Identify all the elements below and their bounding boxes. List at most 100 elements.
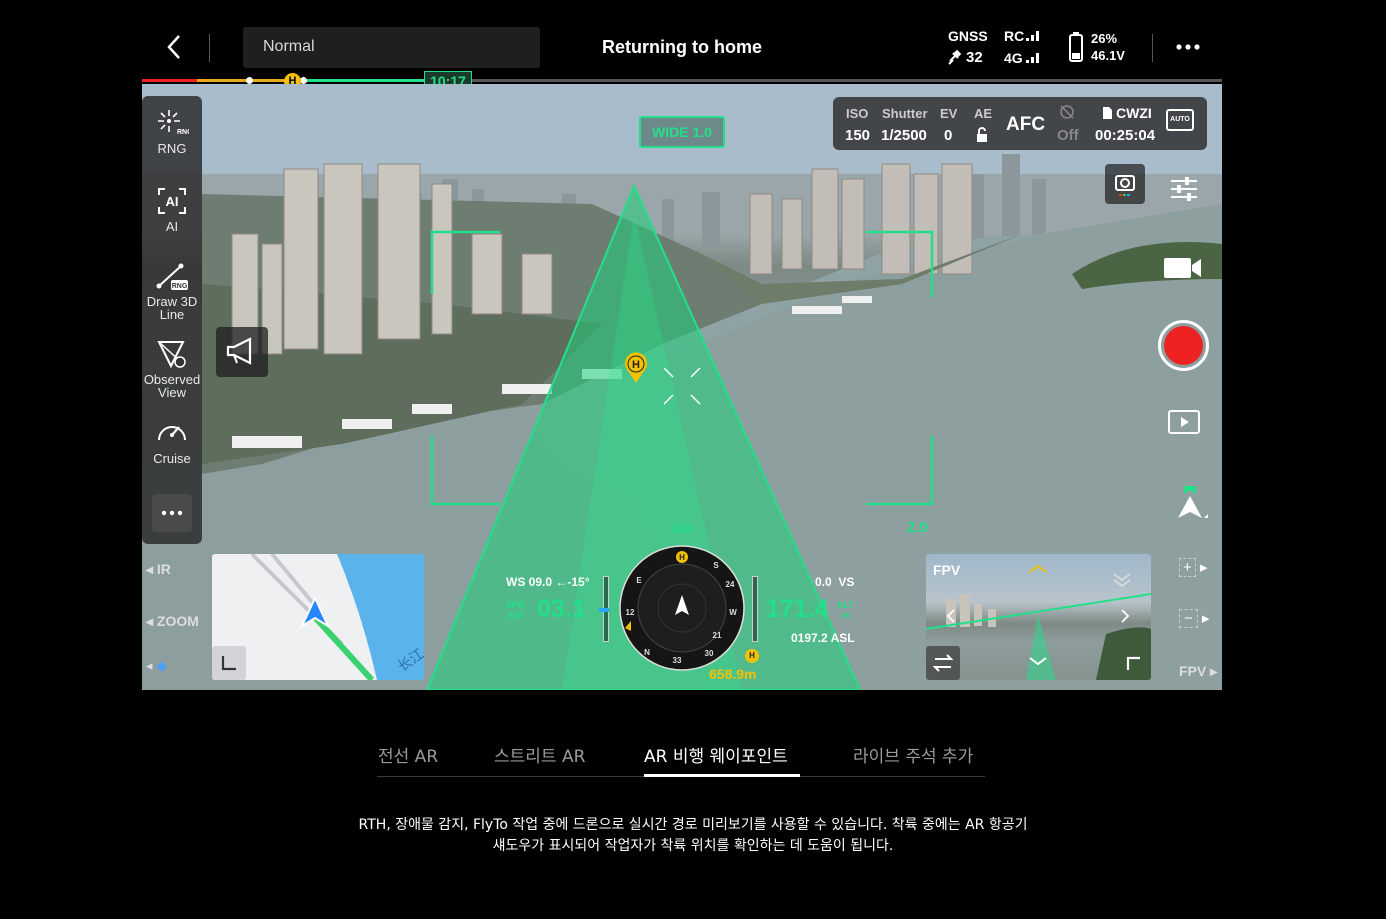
ar-home-marker: H [623,352,649,384]
ev-label: EV [940,106,958,121]
more-menu-icon[interactable] [1176,43,1200,51]
attitude-indicator-icon [1178,486,1208,518]
alt-unit-label: m [841,610,850,620]
fpv-inset[interactable]: FPV [926,554,1151,680]
ir-label: IR [156,561,171,577]
tool-observed-view[interactable]: Observed View [142,338,202,399]
tool-rng[interactable]: RNG RNG [142,108,202,156]
playback-icon[interactable] [1167,409,1201,435]
gnss-count: 32 [966,49,983,66]
map-layer-toggle[interactable]: ◂ ◆ [146,659,167,674]
spd-label: SPD [506,600,525,610]
shutter-value: 1/2500 [881,127,927,144]
cruise-gauge-icon [158,426,186,441]
svg-text:H: H [679,553,685,562]
speaker-button[interactable] [216,327,268,377]
zoom-label: ZOOM [156,613,199,629]
tab-powerline-ar[interactable]: 전선 AR [378,742,438,767]
tab-ar-waypoints[interactable]: AR 비행 웨이포인트 [644,742,788,767]
record-dot [1164,326,1203,365]
tool-cruise[interactable]: Cruise [142,418,202,466]
tab-street-ar[interactable]: 스트리트 AR [494,742,585,767]
fpv-label: FPV [933,562,961,578]
svg-text:W: W [729,608,737,617]
small-rng-text: RNG [172,283,188,290]
more-tools-button[interactable] [152,494,192,532]
battery-icon [1069,32,1083,62]
minimap-expand-button[interactable] [212,646,246,680]
compass-home-letter: H [749,651,755,660]
timeline-rest [427,79,1222,82]
tab-label: 스트리트 AR [494,747,586,767]
zoom-badge[interactable]: WIDE 1.0 [639,116,725,148]
tab-label: AR 비행 웨이포인트 [644,747,788,767]
record-button[interactable] [1158,320,1209,371]
camera-params-panel[interactable]: ISO 150 Shutter 1/2500 EV 0 AE AFC Off C… [833,97,1207,150]
fpv-corner-label: FPV [1179,663,1207,679]
shutter-label: Shutter [882,106,928,121]
svg-text:24: 24 [726,580,735,589]
wind-speed: WS 09.0 ←-15° [506,575,590,589]
fpv-view-toggle[interactable]: FPV ▸ [1179,663,1217,680]
zoom-in-button[interactable]: + ▸ [1179,558,1207,577]
svg-text:12: 12 [626,608,635,617]
settings-sliders-icon[interactable] [1169,176,1199,202]
tab-live-annotation[interactable]: 라이브 주석 추가 [853,742,973,767]
timeline-dot [246,77,253,84]
zoom-out-icon: − [1179,609,1198,628]
storage-label: CWZI [1116,105,1152,121]
tool-cruise-label: Cruise [153,451,191,466]
fpv-expand-icon[interactable] [1122,652,1146,676]
rc-label: RC [1004,28,1025,44]
wind-value: WS 09.0 [506,575,553,589]
ir-toggle[interactable]: ◂ IR [146,561,171,578]
vertical-speed: 0.0 VS [815,575,854,589]
tool-ai[interactable]: AI AI [142,186,202,234]
satellite-icon [948,49,962,65]
video-mode-icon[interactable] [1163,254,1203,282]
iso-label: ISO [846,106,869,121]
tool-rng-label: RNG [157,141,187,156]
screenshot-button[interactable] [1105,164,1145,204]
divider [209,34,210,62]
svg-text:30: 30 [705,649,714,658]
auto-mode-icon[interactable]: AUTO [1166,109,1194,131]
tool-ai-label: AI [165,219,179,234]
record-time: 00:25:04 [1095,127,1156,144]
ae-lock-icon [977,127,987,142]
zoom-toggle[interactable]: ◂ ZOOM [146,613,199,630]
zoom-out-button[interactable]: − ▸ [1179,609,1209,628]
svg-text:H: H [632,359,640,371]
description-line: RTH, 장애물 감지, FlyTo 작업 중에 드론으로 실시간 경로 미리보… [358,817,1028,833]
fpv-swap-button[interactable] [926,646,960,680]
speed-value: 03.1 [537,595,586,623]
flight-mode-label: Normal [263,38,315,55]
flight-mode-selector[interactable]: Normal [243,27,540,68]
top-bar: Normal Returning to home GNSS 32 RC 4G 2… [142,18,1222,80]
rangefinder-icon: RNG [158,110,193,136]
megaphone-icon [226,337,252,365]
svg-text:RNG: RNG [177,129,189,136]
4g-signal-icon [1026,53,1039,63]
description-line: 섀도우가 표시되어 작업자가 착륙 위치를 확인하는 데 도움이 됩니다. [492,838,894,854]
svg-text:33: 33 [673,656,682,665]
tool-observed-label: Observed View [143,372,201,400]
back-icon[interactable] [164,33,184,61]
camera-view[interactable]: H WIDE 1.0 ISO 150 Shutter 1/2500 EV 0 A… [142,84,1222,690]
focus-mode: AFC [1006,114,1046,135]
rc-signal-icon [1026,31,1039,41]
tool-draw-label: Draw 3D Line [146,294,198,322]
heading-value: 143 [669,521,691,536]
minimap[interactable]: 长江 [212,554,424,680]
svg-text:21: 21 [713,631,722,640]
ev-value: 0 [944,127,953,144]
svg-text:S: S [713,561,719,570]
location-icon: ◆ [156,659,167,674]
timeline-critical [142,79,197,82]
camera-settings-icon [1115,175,1135,196]
altitude-unit: ALT m [837,600,854,620]
ocr-state: Off [1057,127,1079,144]
svg-text:E: E [636,576,642,585]
spd-unit-label: m/s [507,610,524,620]
tool-draw-3d-line[interactable]: RNG Draw 3D Line [142,262,202,321]
